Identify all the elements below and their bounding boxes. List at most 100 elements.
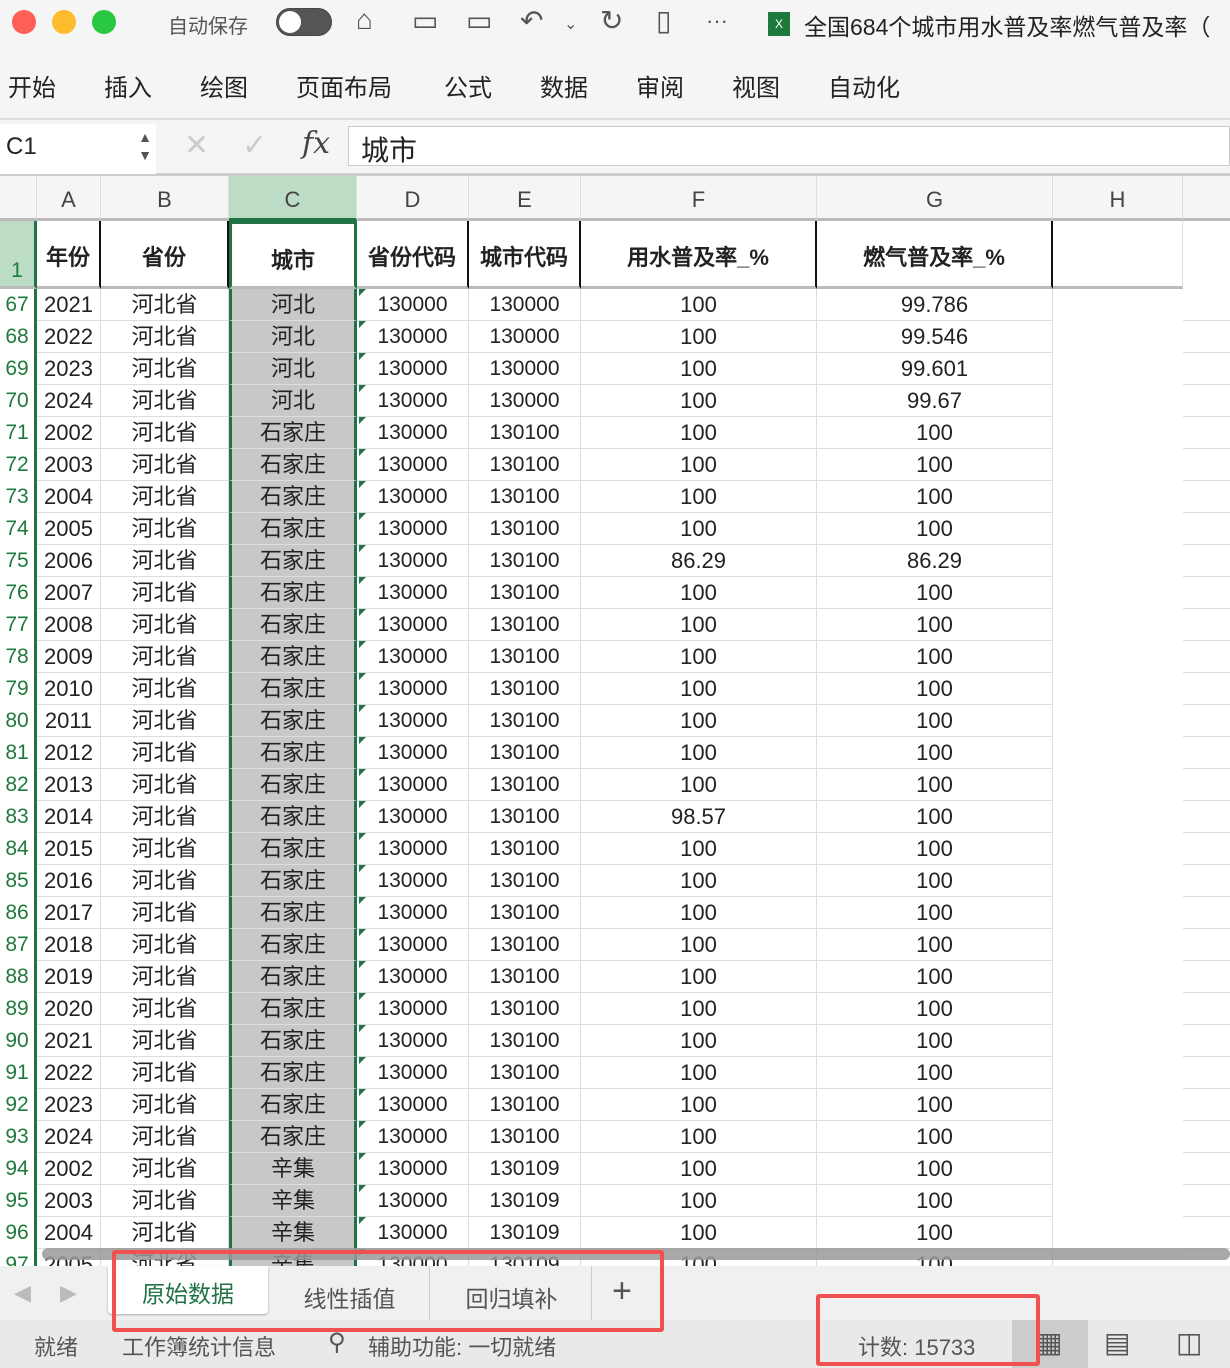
table-cell[interactable]: [1183, 609, 1230, 641]
table-cell[interactable]: 100: [581, 897, 817, 929]
table-cell[interactable]: 石家庄: [229, 417, 357, 449]
autosave-toggle[interactable]: [276, 8, 332, 36]
table-cell[interactable]: 石家庄: [229, 1089, 357, 1121]
row-header[interactable]: 94: [0, 1153, 37, 1185]
row-header[interactable]: 97: [0, 1249, 37, 1266]
cancel-icon[interactable]: ✕: [184, 128, 209, 163]
table-cell[interactable]: 石家庄: [229, 769, 357, 801]
table-cell[interactable]: 130000: [469, 289, 581, 321]
table-cell[interactable]: 130109: [469, 1185, 581, 1217]
table-cell[interactable]: 100: [817, 1057, 1053, 1089]
table-cell[interactable]: 130000: [357, 1217, 469, 1249]
column-header-f[interactable]: F: [581, 176, 817, 221]
table-cell[interactable]: 130000: [357, 1025, 469, 1057]
table-cell[interactable]: 130100: [469, 513, 581, 545]
header-cell[interactable]: 燃气普及率_%: [817, 221, 1053, 289]
table-cell[interactable]: 2005: [37, 513, 101, 545]
table-cell[interactable]: 石家庄: [229, 673, 357, 705]
table-cell[interactable]: 100: [817, 865, 1053, 897]
table-cell[interactable]: 河北省: [101, 641, 229, 673]
table-cell[interactable]: [1183, 865, 1230, 897]
table-cell[interactable]: 130000: [357, 673, 469, 705]
header-cell[interactable]: [1053, 221, 1183, 289]
insert-function-button[interactable]: fx: [302, 126, 330, 161]
table-cell[interactable]: 130000: [357, 929, 469, 961]
table-cell[interactable]: 石家庄: [229, 865, 357, 897]
table-cell[interactable]: [1183, 833, 1230, 865]
table-cell[interactable]: 辛集: [229, 1153, 357, 1185]
table-cell[interactable]: 河北: [229, 353, 357, 385]
table-cell[interactable]: [1183, 577, 1230, 609]
table-cell[interactable]: [1183, 1121, 1230, 1153]
workbook-stats-button[interactable]: 工作簿统计信息: [122, 1330, 276, 1362]
zoom-window-button[interactable]: [92, 10, 116, 34]
table-cell[interactable]: 100: [817, 1217, 1053, 1249]
save-icon[interactable]: ▭: [412, 4, 438, 37]
table-cell[interactable]: 130100: [469, 1057, 581, 1089]
table-cell[interactable]: 2018: [37, 929, 101, 961]
table-cell[interactable]: [1183, 1089, 1230, 1121]
header-cell[interactable]: 城市: [229, 221, 357, 289]
table-cell[interactable]: 130000: [357, 321, 469, 353]
column-header-c[interactable]: C: [229, 176, 357, 221]
table-cell[interactable]: 2003: [37, 1185, 101, 1217]
column-header-h[interactable]: H: [1053, 176, 1183, 221]
table-cell[interactable]: 130100: [469, 993, 581, 1025]
table-cell[interactable]: [1183, 769, 1230, 801]
row-header[interactable]: 80: [0, 705, 37, 737]
table-cell[interactable]: [1183, 1153, 1230, 1185]
table-cell[interactable]: 100: [581, 1185, 817, 1217]
table-cell[interactable]: 100: [581, 961, 817, 993]
table-cell[interactable]: 100: [817, 449, 1053, 481]
table-cell[interactable]: 130000: [357, 1185, 469, 1217]
table-cell[interactable]: 130100: [469, 577, 581, 609]
undo-icon[interactable]: ↶: [520, 4, 543, 37]
column-header-b[interactable]: B: [101, 176, 229, 221]
table-cell[interactable]: 石家庄: [229, 577, 357, 609]
table-cell[interactable]: 100: [581, 1057, 817, 1089]
table-cell[interactable]: 130000: [357, 481, 469, 513]
column-header-g[interactable]: G: [817, 176, 1053, 221]
table-cell[interactable]: 100: [581, 641, 817, 673]
table-cell[interactable]: 100: [581, 1217, 817, 1249]
save-as-icon[interactable]: ▭: [466, 4, 492, 37]
table-cell[interactable]: 130000: [357, 289, 469, 321]
row-header[interactable]: 78: [0, 641, 37, 673]
next-sheet-icon[interactable]: ▶: [60, 1280, 77, 1306]
table-cell[interactable]: 130100: [469, 641, 581, 673]
ribbon-tab[interactable]: 绘图: [200, 68, 248, 103]
column-header-d[interactable]: D: [357, 176, 469, 221]
table-cell[interactable]: 100: [581, 321, 817, 353]
table-cell[interactable]: 100: [581, 1121, 817, 1153]
ribbon-tab[interactable]: 插入: [104, 68, 152, 103]
table-cell[interactable]: 河北省: [101, 417, 229, 449]
table-cell[interactable]: 河北省: [101, 673, 229, 705]
table-cell[interactable]: 河北省: [101, 801, 229, 833]
table-cell[interactable]: 130100: [469, 1025, 581, 1057]
table-cell[interactable]: [1183, 449, 1230, 481]
table-cell[interactable]: 2002: [37, 417, 101, 449]
minimize-window-button[interactable]: [52, 10, 76, 34]
table-cell[interactable]: [1183, 897, 1230, 929]
row-header[interactable]: 84: [0, 833, 37, 865]
table-cell[interactable]: 100: [817, 513, 1053, 545]
table-cell[interactable]: 石家庄: [229, 545, 357, 577]
select-all-button[interactable]: [0, 176, 37, 221]
table-cell[interactable]: 130100: [469, 897, 581, 929]
table-cell[interactable]: 2022: [37, 1057, 101, 1089]
table-cell[interactable]: 2017: [37, 897, 101, 929]
table-cell[interactable]: 石家庄: [229, 929, 357, 961]
table-cell[interactable]: 2021: [37, 1025, 101, 1057]
row-header[interactable]: 77: [0, 609, 37, 641]
table-cell[interactable]: 河北省: [101, 1057, 229, 1089]
row-header[interactable]: 1: [0, 221, 37, 289]
table-cell[interactable]: 130000: [357, 449, 469, 481]
table-cell[interactable]: 130100: [469, 961, 581, 993]
table-cell[interactable]: 130109: [469, 1153, 581, 1185]
table-cell[interactable]: 100: [581, 449, 817, 481]
table-cell[interactable]: 2004: [37, 1217, 101, 1249]
table-cell[interactable]: 石家庄: [229, 961, 357, 993]
table-cell[interactable]: 河北省: [101, 705, 229, 737]
row-header[interactable]: 76: [0, 577, 37, 609]
row-header[interactable]: 95: [0, 1185, 37, 1217]
